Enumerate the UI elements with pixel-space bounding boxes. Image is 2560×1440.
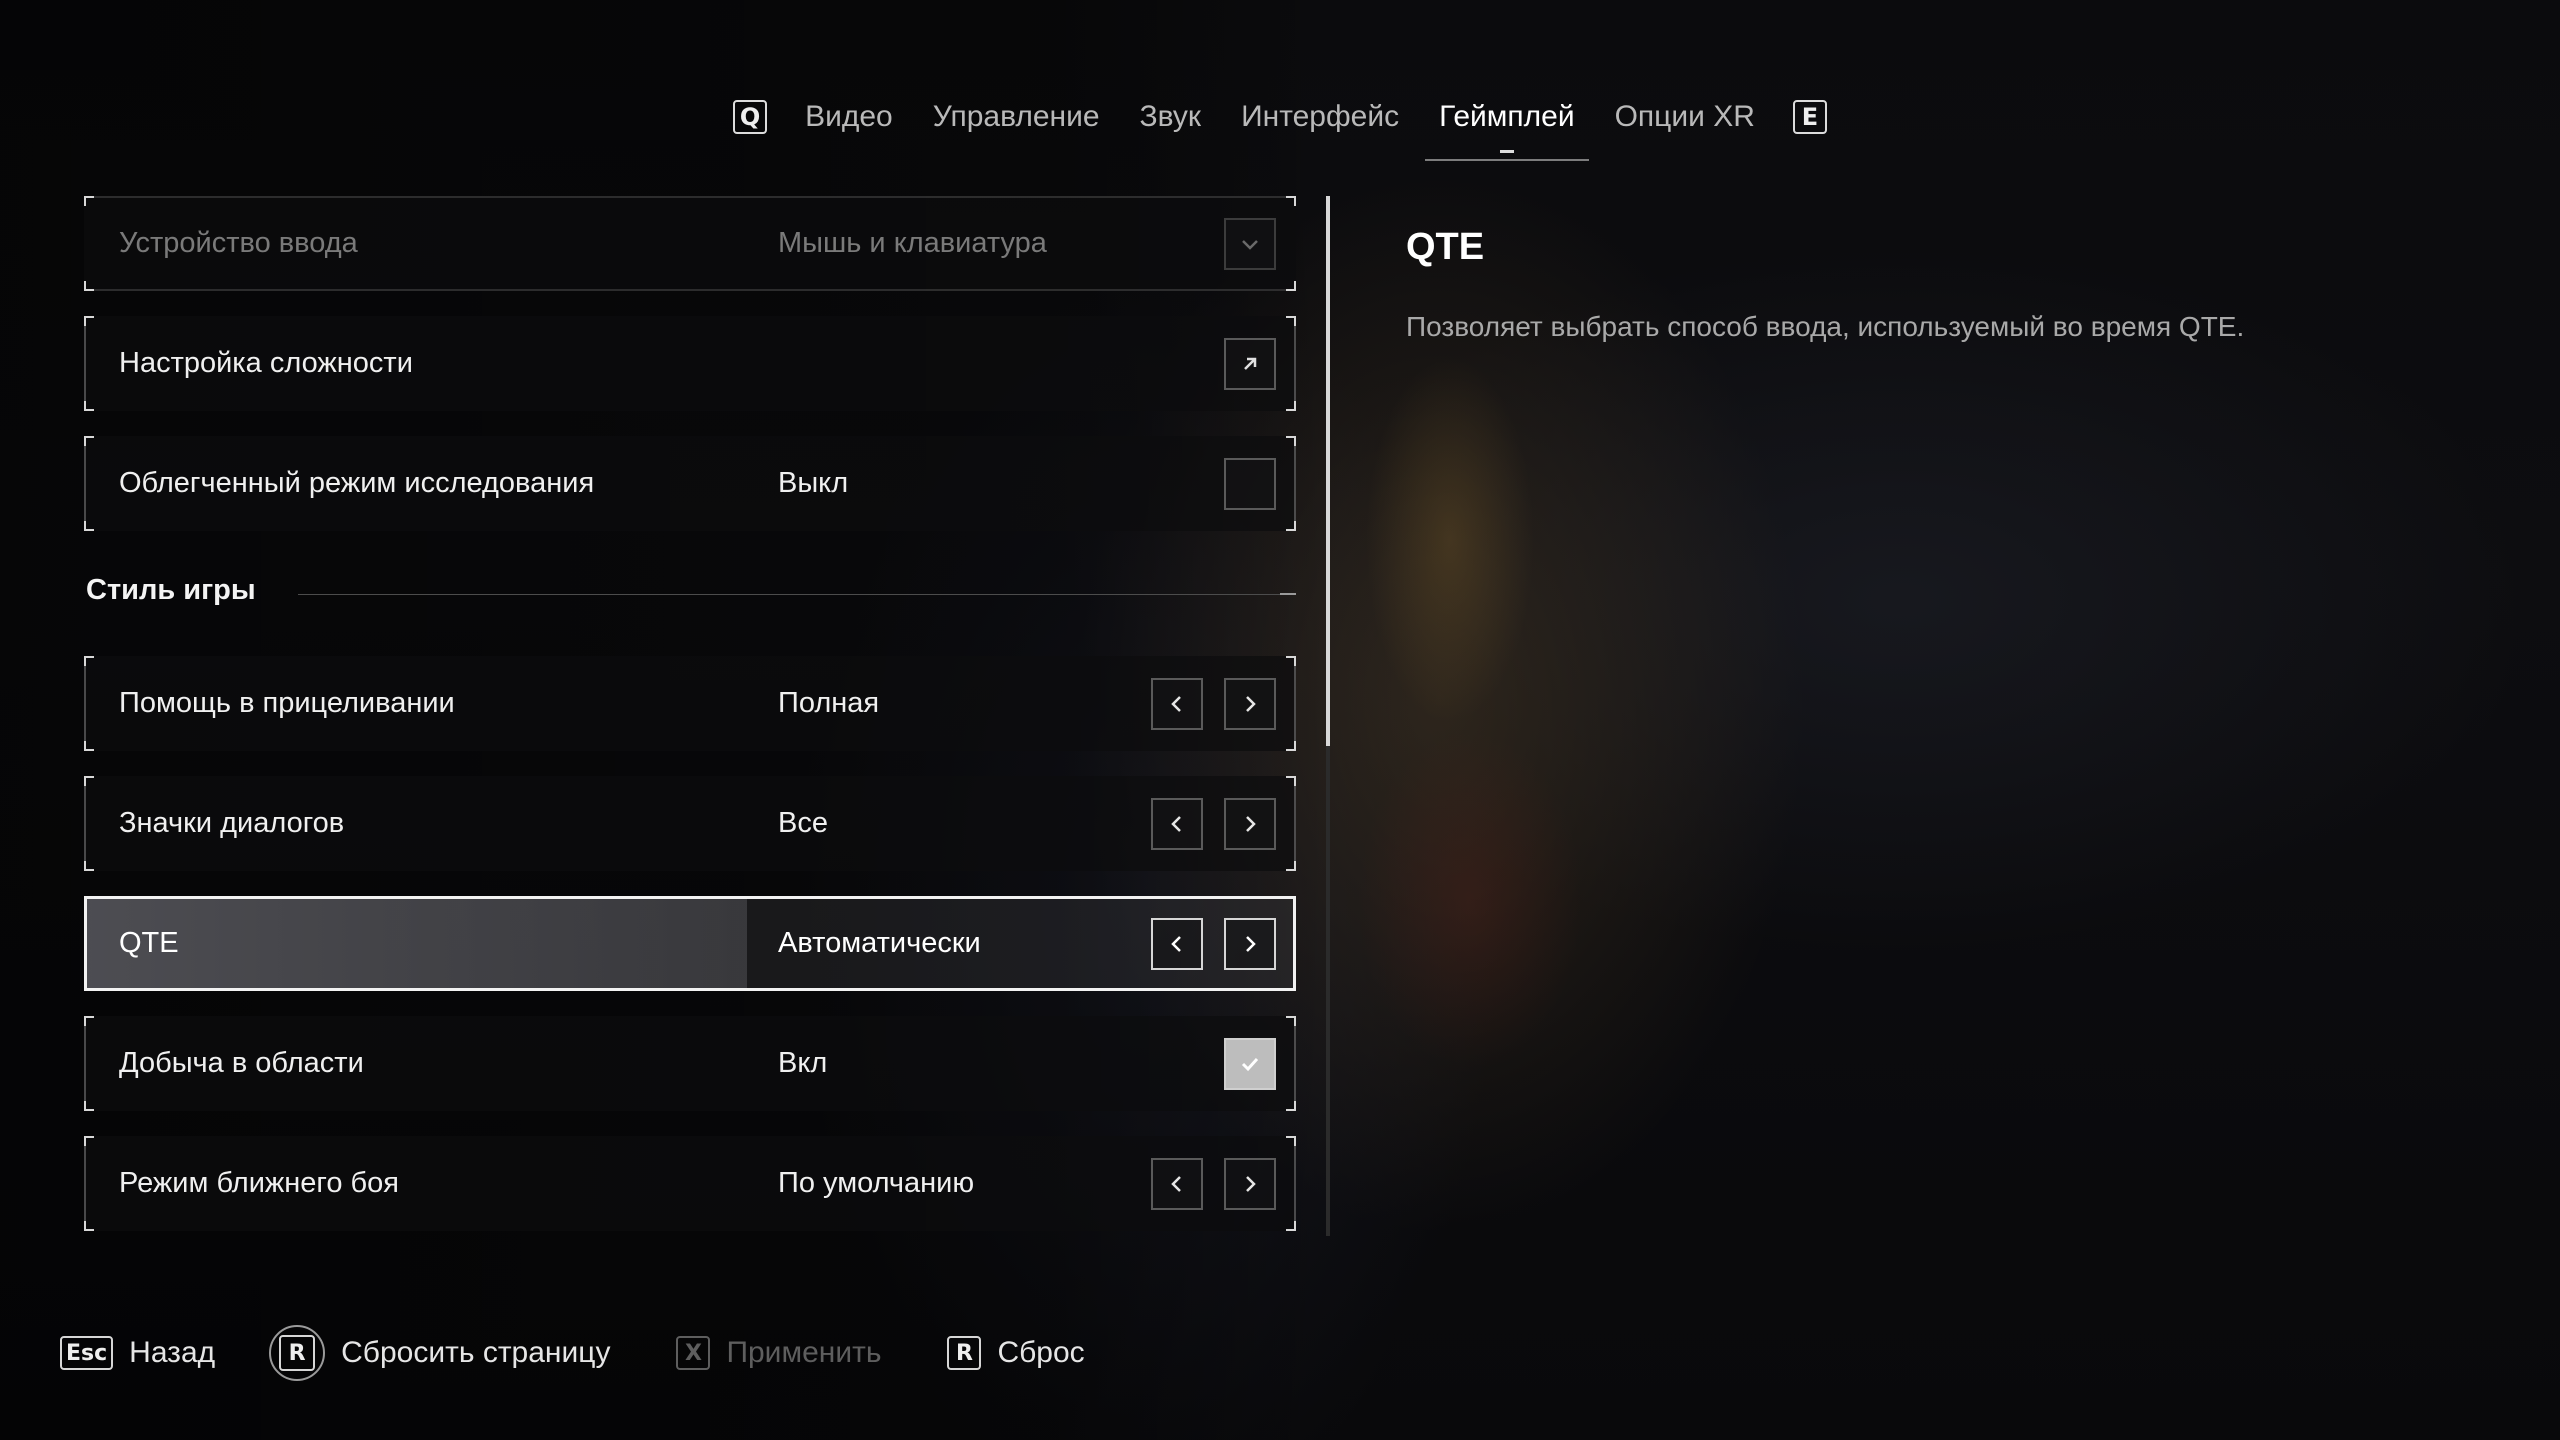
key-r-hold: R bbox=[269, 1325, 326, 1381]
chevron-right-icon bbox=[1246, 696, 1256, 712]
setting-area-loot[interactable]: Добыча в области Вкл bbox=[84, 1016, 1296, 1111]
back-button[interactable]: Esc Назад bbox=[60, 1336, 215, 1370]
setting-input-device[interactable]: Устройство ввода Мышь и клавиатура bbox=[84, 196, 1296, 291]
setting-dialogue-icons[interactable]: Значки диалогов Все bbox=[84, 776, 1296, 871]
chevron-left-icon bbox=[1171, 696, 1181, 712]
previous-option-button[interactable] bbox=[1151, 678, 1203, 730]
open-submenu-button[interactable] bbox=[1224, 338, 1276, 390]
chevron-left-icon bbox=[1171, 816, 1181, 832]
row-edge bbox=[84, 436, 86, 531]
row-edge bbox=[84, 656, 86, 751]
setting-value: Автоматически bbox=[778, 927, 981, 959]
footer-actions: Esc Назад R Сбросить страницу X Применит… bbox=[60, 1325, 1085, 1381]
row-edge bbox=[1294, 1016, 1296, 1111]
setting-qte[interactable]: QTE Автоматически bbox=[84, 896, 1296, 991]
setting-label: Настройка сложности bbox=[119, 347, 413, 379]
row-edge bbox=[1294, 776, 1296, 871]
reset-page-button[interactable]: R Сбросить страницу bbox=[269, 1325, 610, 1381]
setting-difficulty[interactable]: Настройка сложности bbox=[84, 316, 1296, 411]
settings-scrollbar[interactable] bbox=[1326, 196, 1330, 1236]
setting-value: Мышь и клавиатура bbox=[778, 227, 1047, 259]
setting-melee-mode[interactable]: Режим ближнего боя По умолчанию bbox=[84, 1136, 1296, 1231]
reset-page-label: Сбросить страницу bbox=[341, 1336, 611, 1369]
setting-label: Устройство ввода bbox=[119, 227, 358, 259]
key-x: X bbox=[676, 1336, 711, 1370]
row-edge bbox=[84, 316, 86, 411]
reset-label: Сброс bbox=[997, 1336, 1085, 1369]
toggle-checkbox[interactable] bbox=[1224, 1038, 1276, 1090]
scrollbar-thumb[interactable] bbox=[1326, 196, 1330, 746]
next-option-button[interactable] bbox=[1224, 678, 1276, 730]
section-divider bbox=[298, 594, 1296, 595]
settings-tabs: Q Видео Управление Звук Интерфейс Геймпл… bbox=[0, 82, 2560, 161]
row-edge bbox=[84, 776, 86, 871]
chevron-right-icon bbox=[1246, 1176, 1256, 1192]
background-armor-art bbox=[1250, 280, 1670, 1180]
toggle-checkbox[interactable] bbox=[1224, 458, 1276, 510]
key-r: R bbox=[279, 1335, 316, 1371]
previous-option-button[interactable] bbox=[1151, 918, 1203, 970]
setting-label: QTE bbox=[119, 927, 179, 959]
tab-sound[interactable]: Звук bbox=[1120, 85, 1222, 149]
chevron-left-icon bbox=[1171, 1176, 1181, 1192]
row-edge bbox=[84, 1136, 86, 1231]
row-edge bbox=[1294, 1136, 1296, 1231]
row-edge bbox=[1294, 436, 1296, 531]
setting-value: Все bbox=[778, 807, 828, 839]
dropdown-chevron-button[interactable] bbox=[1224, 218, 1276, 270]
setting-label: Режим ближнего боя bbox=[119, 1167, 400, 1199]
tab-video[interactable]: Видео bbox=[785, 85, 913, 149]
chevron-left-icon bbox=[1171, 936, 1181, 952]
tab-controls[interactable]: Управление bbox=[913, 85, 1120, 149]
settings-list: Устройство ввода Мышь и клавиатура Настр… bbox=[84, 196, 1296, 1256]
checkmark-icon bbox=[1241, 1057, 1259, 1072]
tab-xr-options[interactable]: Опции XR bbox=[1595, 85, 1775, 149]
key-r: R bbox=[947, 1336, 982, 1370]
setting-label: Облегченный режим исследования bbox=[119, 467, 595, 499]
setting-value: Полная bbox=[778, 687, 880, 719]
setting-label: Помощь в прицеливании bbox=[119, 687, 455, 719]
tab-interface[interactable]: Интерфейс bbox=[1221, 85, 1419, 149]
previous-option-button[interactable] bbox=[1151, 1158, 1203, 1210]
next-option-button[interactable] bbox=[1224, 798, 1276, 850]
row-edge bbox=[84, 1016, 86, 1111]
prev-tab-key-q[interactable]: Q bbox=[733, 100, 768, 134]
setting-value: Вкл bbox=[778, 1047, 828, 1079]
apply-label: Применить bbox=[726, 1336, 882, 1369]
section-title: Стиль игры bbox=[86, 574, 256, 606]
previous-option-button[interactable] bbox=[1151, 798, 1203, 850]
setting-label: Значки диалогов bbox=[119, 807, 345, 839]
back-label: Назад bbox=[129, 1336, 216, 1369]
next-option-button[interactable] bbox=[1224, 918, 1276, 970]
setting-value: По умолчанию bbox=[778, 1167, 975, 1199]
row-edge bbox=[1294, 656, 1296, 751]
section-divider-end bbox=[1280, 593, 1296, 595]
description-title: QTE bbox=[1406, 226, 1485, 268]
key-esc: Esc bbox=[60, 1336, 114, 1370]
setting-label: Добыча в области bbox=[119, 1047, 364, 1079]
next-option-button[interactable] bbox=[1224, 1158, 1276, 1210]
description-text: Позволяет выбрать способ ввода, использу… bbox=[1406, 311, 2245, 342]
setting-value: Выкл bbox=[778, 467, 849, 499]
arrow-up-right-icon bbox=[1244, 357, 1257, 370]
setting-aim-assist[interactable]: Помощь в прицеливании Полная bbox=[84, 656, 1296, 751]
section-header-playstyle: Стиль игры bbox=[84, 556, 1296, 656]
setting-light-exploration[interactable]: Облегченный режим исследования Выкл bbox=[84, 436, 1296, 531]
chevron-right-icon bbox=[1246, 816, 1256, 832]
selection-border bbox=[84, 896, 1296, 991]
tab-gameplay[interactable]: Геймплей bbox=[1419, 85, 1595, 161]
row-edge bbox=[1294, 316, 1296, 411]
reset-button[interactable]: R Сброс bbox=[947, 1336, 1085, 1370]
next-tab-key-e[interactable]: E bbox=[1792, 100, 1827, 134]
chevron-right-icon bbox=[1246, 936, 1256, 952]
chevron-down-icon bbox=[1242, 240, 1258, 250]
apply-button[interactable]: X Применить bbox=[676, 1336, 881, 1370]
